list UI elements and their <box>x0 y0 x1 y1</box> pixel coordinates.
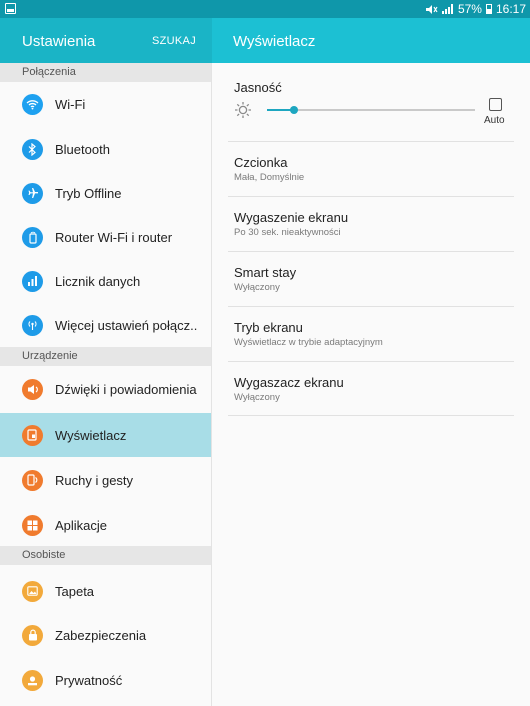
setting-title: Tryb ekranu <box>234 320 303 335</box>
menu-item-label: Router Wi-Fi i router <box>55 229 173 245</box>
section-header-personal: Osobiste <box>0 546 211 565</box>
signal-icon <box>441 4 454 14</box>
menu-item-label: Tapeta <box>55 583 95 599</box>
motion-icon <box>22 469 43 491</box>
setting-title: Wygaszenie ekranu <box>234 210 349 225</box>
menu-item-label: Wi-Fi <box>55 96 86 112</box>
hotspot-icon <box>22 226 43 248</box>
menu-item-display[interactable]: Wyświetlacz <box>0 413 211 457</box>
brightness-slider-thumb[interactable] <box>290 106 298 114</box>
menu-item-airplane-mode[interactable]: Tryb Offline <box>0 171 211 215</box>
clock: 16:17 <box>495 2 526 16</box>
section-header-connections: Połączenia <box>0 63 211 82</box>
menu-item-label: Dźwięki i powiadomienia <box>55 381 197 397</box>
menu-item-label: Ruchy i gesty <box>55 472 134 488</box>
wifi-icon <box>22 93 43 115</box>
settings-menu: Połączenia Wi-Fi Bluetooth Tryb Offline … <box>0 63 212 706</box>
menu-item-sounds[interactable]: Dźwięki i powiadomienia <box>0 367 211 411</box>
wallpaper-icon <box>22 580 43 602</box>
brightness-sun-icon <box>235 102 251 118</box>
bluetooth-icon <box>22 138 43 160</box>
mute-icon <box>425 4 438 14</box>
setting-subtitle: Wyłączony <box>234 392 280 403</box>
display-icon <box>22 424 43 446</box>
brightness-label: Jasność <box>234 80 282 95</box>
auto-brightness-label: Auto <box>484 115 505 126</box>
search-button[interactable]: SZUKAJ <box>152 35 196 47</box>
setting-screen-timeout[interactable]: Wygaszenie ekranu Po 30 sek. nieaktywnoś… <box>228 196 514 251</box>
status-icons: 57% 16:17 <box>425 2 526 16</box>
status-bar: 57% 16:17 <box>0 0 530 18</box>
battery-percent: 57% <box>457 2 482 16</box>
setting-smart-stay[interactable]: Smart stay Wyłączony <box>228 251 514 306</box>
section-header-device: Urządzenie <box>0 347 211 366</box>
setting-daydream[interactable]: Wygaszacz ekranu Wyłączony <box>228 361 514 416</box>
setting-font[interactable]: Czcionka Mała, Domyślnie <box>228 141 514 196</box>
privacy-icon <box>22 669 43 691</box>
menu-item-data-usage[interactable]: Licznik danych <box>0 259 211 303</box>
setting-title: Wygaszacz ekranu <box>234 375 344 390</box>
menu-item-privacy[interactable]: Prywatność <box>0 658 211 702</box>
menu-item-hotspot[interactable]: Router Wi-Fi i router <box>0 215 211 259</box>
setting-subtitle: Po 30 sek. nieaktywności <box>234 227 341 238</box>
lock-icon <box>22 624 43 646</box>
menu-item-label: Prywatność <box>55 672 123 688</box>
setting-subtitle: Wyświetlacz w trybie adaptacyjnym <box>234 337 383 348</box>
setting-title: Smart stay <box>234 265 297 280</box>
display-settings: Jasność Auto Czcionka Mała, Domyślnie Wy… <box>212 63 530 706</box>
airplane-icon <box>22 182 43 204</box>
menu-item-label: Więcej ustawień połącz.. <box>55 317 198 333</box>
brightness-slider[interactable] <box>267 106 475 114</box>
setting-subtitle: Mała, Domyślnie <box>234 172 305 183</box>
setting-screen-mode[interactable]: Tryb ekranu Wyświetlacz w trybie adaptac… <box>228 306 514 361</box>
menu-item-motions[interactable]: Ruchy i gesty <box>0 458 211 502</box>
menu-item-label: Licznik danych <box>55 273 141 289</box>
battery-icon <box>485 4 492 14</box>
auto-brightness-checkbox[interactable] <box>489 98 502 111</box>
more-connections-icon <box>22 314 43 336</box>
menu-item-label: Aplikacje <box>55 517 108 533</box>
menu-item-wifi[interactable]: Wi-Fi <box>0 82 211 126</box>
menu-item-more-connections[interactable]: Więcej ustawień połącz.. <box>0 303 211 347</box>
menu-item-apps[interactable]: Aplikacje <box>0 503 211 547</box>
apps-icon <box>22 514 43 536</box>
menu-item-bluetooth[interactable]: Bluetooth <box>0 127 211 171</box>
menu-item-label: Wyświetlacz <box>55 427 127 443</box>
sound-icon <box>22 378 43 400</box>
display-header: Wyświetlacz <box>212 18 530 63</box>
menu-item-security[interactable]: Zabezpieczenia <box>0 613 211 657</box>
data-usage-icon <box>22 270 43 292</box>
setting-subtitle: Wyłączony <box>234 282 280 293</box>
menu-item-label: Bluetooth <box>55 141 110 157</box>
settings-header: Ustawienia SZUKAJ <box>0 18 212 63</box>
menu-item-label: Tryb Offline <box>55 185 122 201</box>
menu-item-label: Zabezpieczenia <box>55 627 147 643</box>
setting-title: Czcionka <box>234 155 288 170</box>
notification-icon <box>5 3 16 14</box>
page-title: Wyświetlacz <box>233 33 316 50</box>
settings-title: Ustawienia <box>22 33 96 50</box>
menu-item-wallpaper[interactable]: Tapeta <box>0 569 211 613</box>
